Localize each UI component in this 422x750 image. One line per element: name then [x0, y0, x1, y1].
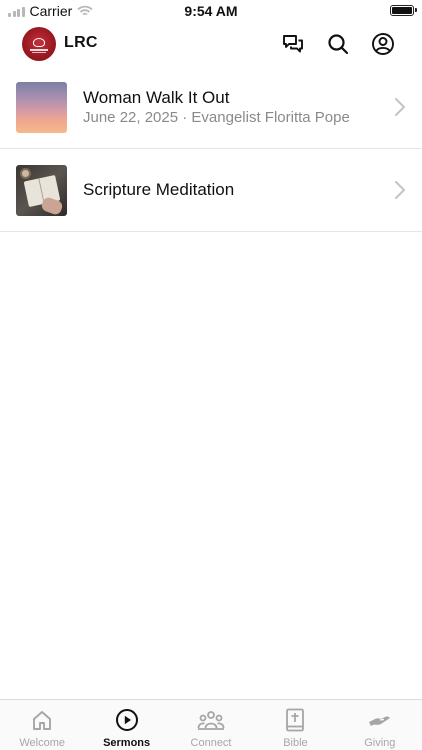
status-bar: Carrier 9:54 AM: [0, 0, 422, 22]
bible-icon: [286, 708, 305, 732]
sermon-row[interactable]: Woman Walk It Out June 22, 2025 · Evange…: [0, 66, 422, 149]
tab-welcome[interactable]: Welcome: [0, 700, 84, 750]
home-icon: [33, 711, 52, 730]
tab-sermons[interactable]: Sermons: [84, 700, 168, 750]
chat-icon[interactable]: [281, 32, 305, 56]
tab-connect[interactable]: Connect: [169, 700, 253, 750]
sermon-list: Woman Walk It Out June 22, 2025 · Evange…: [0, 66, 422, 232]
search-icon[interactable]: [326, 32, 350, 56]
sermon-title: Woman Walk It Out: [83, 88, 230, 107]
chevron-right-icon: [395, 98, 405, 116]
battery-icon: [390, 5, 417, 16]
people-icon: [197, 711, 225, 730]
tab-bar: Welcome Sermons Connect Bible Giving: [0, 699, 422, 750]
church-logo[interactable]: [22, 27, 56, 61]
tab-label: Sermons: [103, 737, 151, 749]
tab-label: Connect: [190, 737, 232, 749]
tab-giving[interactable]: Giving: [338, 700, 422, 750]
app-header: LRC: [0, 22, 422, 66]
sermon-thumbnail: [16, 82, 67, 133]
app-title: LRC: [64, 34, 98, 51]
sermon-meta: June 22, 2025 · Evangelist Floritta Pope: [83, 109, 350, 126]
sermon-title: Scripture Meditation: [83, 180, 235, 199]
status-time: 9:54 AM: [184, 3, 238, 19]
chevron-right-icon: [395, 181, 405, 199]
tab-label: Bible: [283, 737, 308, 749]
tab-label: Giving: [364, 737, 396, 749]
tab-label: Welcome: [19, 737, 66, 749]
giving-hand-icon: [368, 716, 390, 726]
sermon-row[interactable]: Scripture Meditation: [0, 149, 422, 232]
account-icon[interactable]: [371, 32, 395, 56]
play-circle-icon: [115, 709, 138, 731]
sermon-thumbnail: [16, 165, 67, 216]
tab-bible[interactable]: Bible: [253, 700, 337, 750]
